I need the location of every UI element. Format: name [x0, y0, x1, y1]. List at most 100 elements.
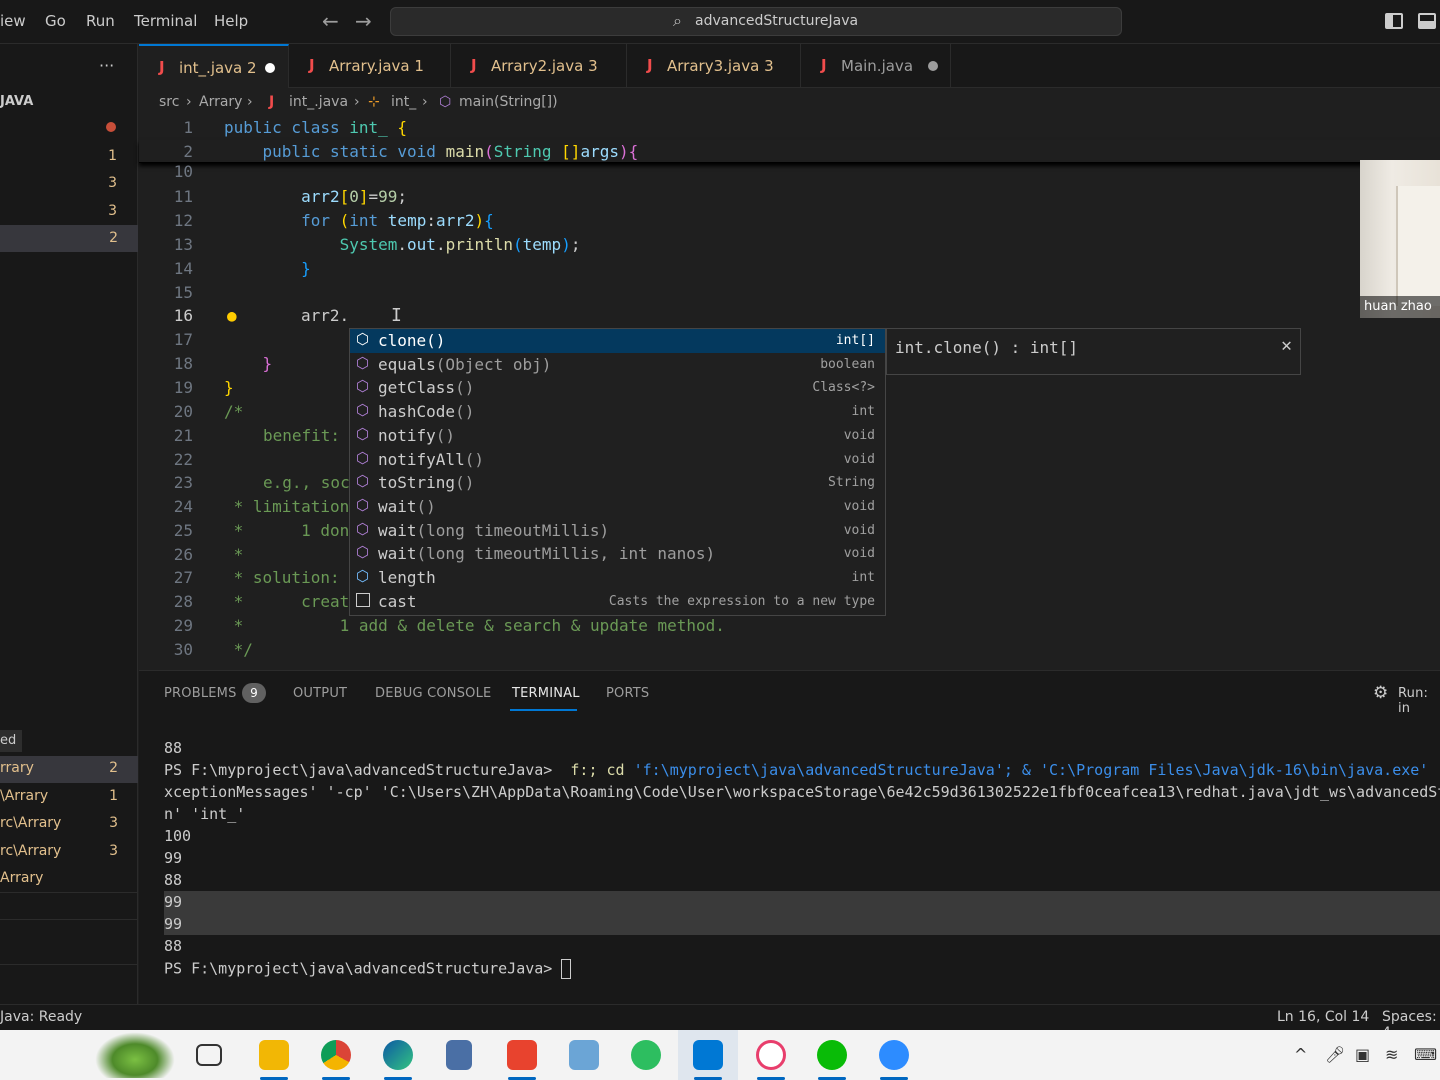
cursor-position[interactable]: Ln 16, Col 14: [1277, 1009, 1369, 1025]
zoom-icon[interactable]: [879, 1040, 909, 1070]
close-icon[interactable]: ✕: [1281, 335, 1292, 356]
file-problem-count: 1: [108, 148, 117, 164]
frog-wallpaper-icon: [95, 1032, 175, 1078]
sidebar-item[interactable]: Arrary: [0, 866, 138, 893]
keyboard-icon[interactable]: ⌨: [1414, 1045, 1437, 1064]
tab-output[interactable]: OUTPUT: [293, 686, 347, 701]
lightbulb-icon[interactable]: ●: [227, 306, 237, 325]
calculator-icon[interactable]: [446, 1040, 472, 1070]
suggestion-item[interactable]: □castCasts the expression to a new type: [350, 590, 885, 614]
sidebar-item[interactable]: rc\Arrary 3: [0, 811, 138, 838]
snipping-tool-icon[interactable]: [756, 1040, 786, 1070]
tab-ports[interactable]: PORTS: [606, 686, 649, 701]
suggestion-item[interactable]: ⬡ toString() String: [350, 471, 885, 495]
notepad-icon[interactable]: [569, 1040, 599, 1070]
java-file-icon: J: [159, 58, 165, 76]
evernote-icon[interactable]: [631, 1040, 661, 1070]
wechat-icon[interactable]: [817, 1040, 847, 1070]
suggestion-item[interactable]: ⬡ length int: [350, 566, 885, 590]
video-thumbnail: huan zhao: [1360, 160, 1440, 318]
sidebar-item[interactable]: rc\Arrary 3: [0, 839, 138, 866]
suggestion-item[interactable]: ⬡ notify() void: [350, 424, 885, 448]
tab-arrary3-java[interactable]: J Arrary3.java 3: [627, 44, 801, 88]
suggestion-item[interactable]: ⬡ equals(Object obj) boolean: [350, 353, 885, 377]
tab-terminal[interactable]: TERMINAL: [512, 686, 580, 701]
text-cursor-icon: I: [391, 305, 402, 326]
run-label[interactable]: Run: in: [1398, 686, 1440, 716]
suggestion-item[interactable]: ⬡ notifyAll() void: [350, 448, 885, 472]
method-icon: ⬡: [356, 353, 370, 372]
tab-arrary2-java[interactable]: J Arrary2.java 3: [451, 44, 627, 88]
wps-icon[interactable]: [507, 1040, 537, 1070]
file-explorer-icon[interactable]: [259, 1040, 289, 1070]
tab-arrary-java[interactable]: J Arrary.java 1: [289, 44, 451, 88]
suggestion-item[interactable]: ⬡ wait(long timeoutMillis) void: [350, 519, 885, 543]
back-arrow-icon[interactable]: ←: [322, 9, 339, 33]
snippet-icon: □: [356, 592, 370, 607]
microphone-icon[interactable]: 🎤︎: [1325, 1045, 1345, 1064]
section-header: ed: [0, 730, 22, 752]
method-icon: ⬡: [356, 519, 370, 538]
tab-main-java[interactable]: J Main.java: [801, 44, 951, 88]
active-tab-indicator: [510, 709, 577, 711]
suggestion-item[interactable]: ⬡ getClass() Class<?>: [350, 376, 885, 400]
file-problem-count: 3: [108, 175, 117, 191]
menu-help[interactable]: Help: [214, 12, 248, 30]
title-bar: iew Go Run Terminal Help ← → ⌕ advancedS…: [0, 0, 1440, 44]
code-line: 30 */: [173, 640, 253, 659]
status-bar: Java: Ready Ln 16, Col 14 Spaces: 4: [0, 1004, 1440, 1041]
chrome-icon[interactable]: [321, 1040, 351, 1070]
method-icon: ⬡: [356, 495, 370, 514]
code-line-current: 16 ● arr2. I: [173, 305, 402, 326]
chevron-up-icon[interactable]: ^: [1294, 1045, 1307, 1064]
java-file-icon: J: [821, 56, 827, 74]
menu-view[interactable]: iew: [0, 12, 26, 30]
method-icon: ⬡: [439, 94, 452, 110]
search-text: advancedStructureJava: [695, 13, 859, 29]
sidebar-section-title: JAVA: [0, 94, 34, 109]
breadcrumb-item[interactable]: main(String[]): [459, 94, 558, 110]
more-actions-icon[interactable]: ···: [99, 56, 114, 75]
suggestion-item[interactable]: ⬡ wait(long timeoutMillis, int nanos) void: [350, 542, 885, 566]
menu-run[interactable]: Run: [86, 12, 115, 30]
forward-arrow-icon[interactable]: →: [355, 9, 372, 33]
terminal-cursor: [561, 959, 572, 979]
code-line: 11 arr2[0]=99;: [173, 187, 408, 206]
java-file-icon: J: [647, 56, 653, 74]
suggestion-item[interactable]: ⬡ wait() void: [350, 495, 885, 519]
java-status[interactable]: Java: Ready: [0, 1009, 82, 1025]
sidebar: ··· JAVA 1 3 3 2 ed rrary 2 \Arrary 1 rc\A…: [0, 44, 138, 1004]
edge-icon[interactable]: [383, 1040, 413, 1070]
toggle-panel-icon[interactable]: [1418, 13, 1436, 29]
unsaved-dot-icon[interactable]: [928, 61, 938, 71]
tab-problems[interactable]: PROBLEMS: [164, 686, 237, 701]
method-icon: ⬡: [356, 401, 370, 420]
sidebar-item[interactable]: rrary 2: [0, 756, 138, 783]
breadcrumb-item[interactable]: src: [159, 94, 179, 110]
menu-go[interactable]: Go: [45, 12, 66, 30]
tab-debug-console[interactable]: DEBUG CONSOLE: [375, 686, 491, 701]
file-problem-count: 3: [108, 203, 117, 219]
breadcrumb-item[interactable]: int_.java: [289, 94, 348, 110]
wifi-icon[interactable]: ≋: [1385, 1045, 1398, 1064]
command-center-search[interactable]: ⌕ advancedStructureJava: [390, 7, 1122, 36]
method-icon: ⬡: [356, 330, 370, 348]
suggestion-item[interactable]: ⬡ clone() int[]: [350, 329, 885, 353]
breadcrumb-item[interactable]: Arrary: [199, 94, 242, 110]
breadcrumb: src › Arrary › J int_.java › ⊹ int_ › ⬡ …: [139, 88, 1440, 116]
code-line: 12 for (int temp:arr2){: [173, 211, 494, 230]
java-file-icon: J: [269, 94, 275, 110]
task-view-icon[interactable]: [196, 1044, 222, 1066]
unsaved-dot-icon[interactable]: [265, 63, 275, 73]
toggle-sidebar-icon[interactable]: [1385, 13, 1403, 29]
breadcrumb-item[interactable]: int_: [391, 94, 416, 110]
suggestion-item[interactable]: ⬡ hashCode() int: [350, 400, 885, 424]
sidebar-item-selected[interactable]: 2: [0, 225, 138, 252]
vscode-icon[interactable]: [693, 1040, 723, 1070]
menu-terminal[interactable]: Terminal: [134, 12, 197, 30]
sidebar-item[interactable]: \Arrary 1: [0, 784, 138, 811]
debug-icon[interactable]: ⚙: [1373, 683, 1388, 703]
code-line: 2 public static void main(String []args)…: [139, 140, 1440, 163]
tab-int-java[interactable]: J int_.java 2: [139, 44, 289, 88]
camera-icon[interactable]: ▣: [1355, 1045, 1370, 1064]
